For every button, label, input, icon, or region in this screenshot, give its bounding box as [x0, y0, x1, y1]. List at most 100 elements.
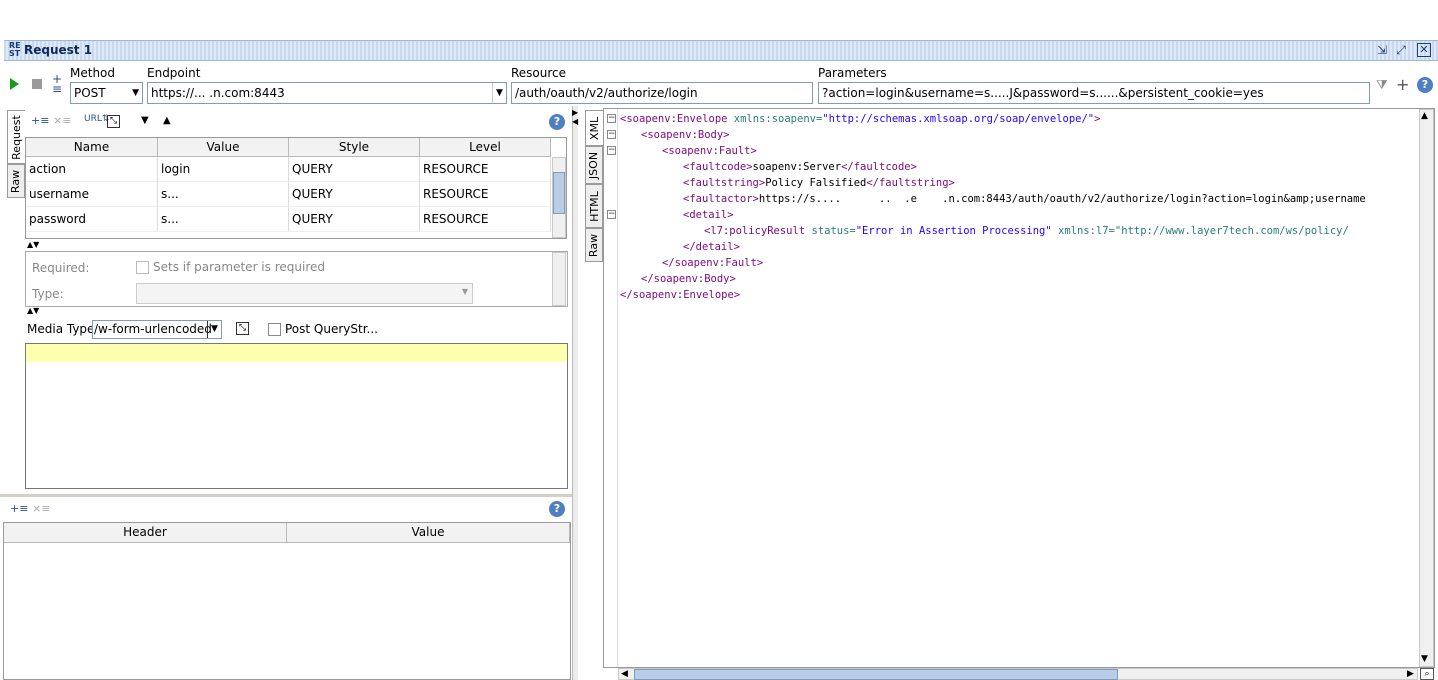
rest-icon: RE ST	[9, 41, 21, 58]
fold-body-icon[interactable]: −	[607, 130, 616, 139]
endpoint-label: Endpoint	[147, 66, 201, 80]
update-url-icon[interactable]: URL⇅	[84, 114, 109, 124]
chevron-down-icon[interactable]: ▼	[492, 83, 506, 103]
split-arrows-icon[interactable]: ▲▼	[27, 240, 39, 249]
type-label: Type:	[32, 287, 64, 301]
scroll-right-icon[interactable]: ▶	[1407, 669, 1414, 679]
xml-text: xmlns:l7="http://www.layer7tech.com/ws/p…	[1051, 225, 1349, 237]
col-style[interactable]: Style	[289, 138, 420, 157]
remove-header-icon[interactable]: ×≡	[32, 502, 50, 515]
scroll-left-icon[interactable]: ◀	[621, 669, 628, 679]
parameters-input[interactable]: ?action=login&username=s.....J&password=…	[818, 82, 1370, 104]
resize-icon[interactable]: ⤡	[236, 322, 249, 335]
xml-tag: </soapenv:Envelope>	[620, 289, 741, 301]
filter-icon[interactable]: ⧩	[1376, 78, 1388, 93]
chevron-down-icon: ▼	[461, 287, 468, 296]
maximize-icon[interactable]: ⤢	[1393, 42, 1409, 58]
fold-envelope-icon[interactable]: −	[607, 114, 616, 123]
media-type-select[interactable]: /w-form-urlencoded ▼	[92, 320, 222, 339]
tab-json[interactable]: JSON	[585, 146, 603, 184]
required-checkbox[interactable]	[136, 261, 149, 274]
row-0-level[interactable]: RESOURCE	[420, 157, 551, 182]
resource-input[interactable]: /auth/oauth/v2/authorize/login	[511, 82, 813, 104]
split-arrows-icon[interactable]: ▲▼	[27, 306, 39, 315]
help-icon[interactable]: ?	[549, 501, 565, 517]
scroll-down-icon[interactable]: ▼	[1421, 654, 1428, 664]
chevron-down-icon: ▼	[207, 321, 221, 338]
method-select[interactable]: POST ▼	[70, 82, 143, 104]
col-header[interactable]: Header	[4, 523, 287, 543]
row-2-value[interactable]: s...	[158, 207, 289, 232]
horizontal-splitter[interactable]	[0, 494, 572, 497]
xml-attr-value: "http://schemas.xmlsoap.org/soap/envelop…	[822, 113, 1095, 125]
fold-fault-icon[interactable]: −	[607, 146, 616, 155]
move-up-icon[interactable]: ▲	[163, 115, 171, 126]
tab-raw[interactable]: Raw	[7, 164, 25, 198]
xml-tag: </detail>	[683, 241, 740, 253]
col-level[interactable]: Level	[420, 138, 551, 157]
undock-icon[interactable]: ⇲	[1374, 42, 1390, 58]
xml-content: <soapenv:Envelope xmlns:soapenv="http://…	[620, 111, 1418, 666]
xml-text: soapenv:Server	[752, 161, 842, 173]
row-0-value[interactable]: login	[158, 157, 289, 182]
tab-xml[interactable]: XML	[585, 110, 603, 146]
tab-raw-response[interactable]: Raw	[585, 228, 603, 262]
search-icon[interactable]: ⌕	[1420, 668, 1434, 680]
resize-icon[interactable]: ⤡	[107, 115, 120, 128]
parameters-label: Parameters	[818, 66, 887, 80]
col-name[interactable]: Name	[26, 138, 158, 157]
row-1-name[interactable]: username	[26, 182, 158, 207]
xml-tag: <l7:policyResult	[704, 225, 806, 237]
add-header-icon[interactable]: +≡	[10, 502, 28, 515]
detail-scrollbar[interactable]	[552, 252, 566, 306]
tab-request[interactable]: Request	[7, 110, 25, 164]
remove-param-icon[interactable]: ×≡	[53, 114, 71, 127]
submit-request-icon[interactable]	[10, 78, 19, 90]
row-2-level[interactable]: RESOURCE	[420, 207, 551, 232]
col-header-value[interactable]: Value	[287, 523, 570, 543]
row-0-style[interactable]: QUERY	[289, 157, 420, 182]
xml-text: https://s.... .. .e .n.com:8443/auth/oau…	[758, 193, 1366, 205]
method-value: POST	[74, 86, 106, 100]
tab-html[interactable]: HTML	[585, 184, 603, 228]
fold-detail-icon[interactable]: −	[607, 210, 616, 219]
xml-tag: <faultactor>	[683, 193, 759, 205]
col-value[interactable]: Value	[158, 138, 289, 157]
add-icon[interactable]: +	[1396, 75, 1409, 94]
row-1-value[interactable]: s...	[158, 182, 289, 207]
type-select[interactable]: ▼	[136, 283, 473, 304]
required-label: Required:	[32, 261, 90, 275]
fold-gutter	[604, 109, 618, 667]
help-icon[interactable]: ?	[1417, 77, 1433, 93]
row-1-level[interactable]: RESOURCE	[420, 182, 551, 207]
row-0-name[interactable]: action	[26, 157, 158, 182]
cancel-request-icon[interactable]	[32, 79, 42, 89]
xml-tag: >	[1094, 113, 1101, 125]
row-1-style[interactable]: QUERY	[289, 182, 420, 207]
xml-tag: </faultstring>	[866, 177, 955, 189]
collapse-arrows-icon[interactable]: ▶ ◀	[572, 108, 578, 126]
row-2-style[interactable]: QUERY	[289, 207, 420, 232]
response-vertical-scrollbar[interactable]	[1419, 109, 1434, 667]
xml-tag: <faultstring>	[683, 177, 766, 189]
move-down-icon[interactable]: ▼	[141, 115, 149, 126]
post-querystring-checkbox[interactable]	[268, 323, 281, 336]
request-body-editor[interactable]	[25, 343, 568, 489]
row-2-name[interactable]: password	[26, 207, 158, 232]
method-label: Method	[70, 66, 116, 80]
xml-tag: <faultcode>	[683, 161, 753, 173]
add-endpoint-icon[interactable]: + ≡	[52, 73, 62, 95]
close-icon[interactable]: ✕	[1417, 43, 1431, 57]
help-icon[interactable]: ?	[549, 114, 565, 130]
window-title: Request 1	[24, 43, 93, 57]
xml-attr-name: xmlns:soapenv=	[727, 113, 823, 125]
media-type-value: /w-form-urlencoded	[94, 322, 212, 336]
endpoint-input[interactable]: https://... .n.com:8443 ▼	[147, 82, 507, 104]
add-param-icon[interactable]: +≡	[31, 114, 49, 127]
xml-tag: <soapenv:Fault>	[662, 145, 757, 157]
params-scroll-thumb[interactable]	[553, 172, 565, 214]
horizontal-scroll-thumb[interactable]	[634, 669, 1118, 680]
xml-attr-name: status=	[805, 225, 856, 237]
vertical-splitter[interactable]	[572, 106, 578, 680]
scroll-up-icon[interactable]: ▲	[1421, 111, 1428, 121]
